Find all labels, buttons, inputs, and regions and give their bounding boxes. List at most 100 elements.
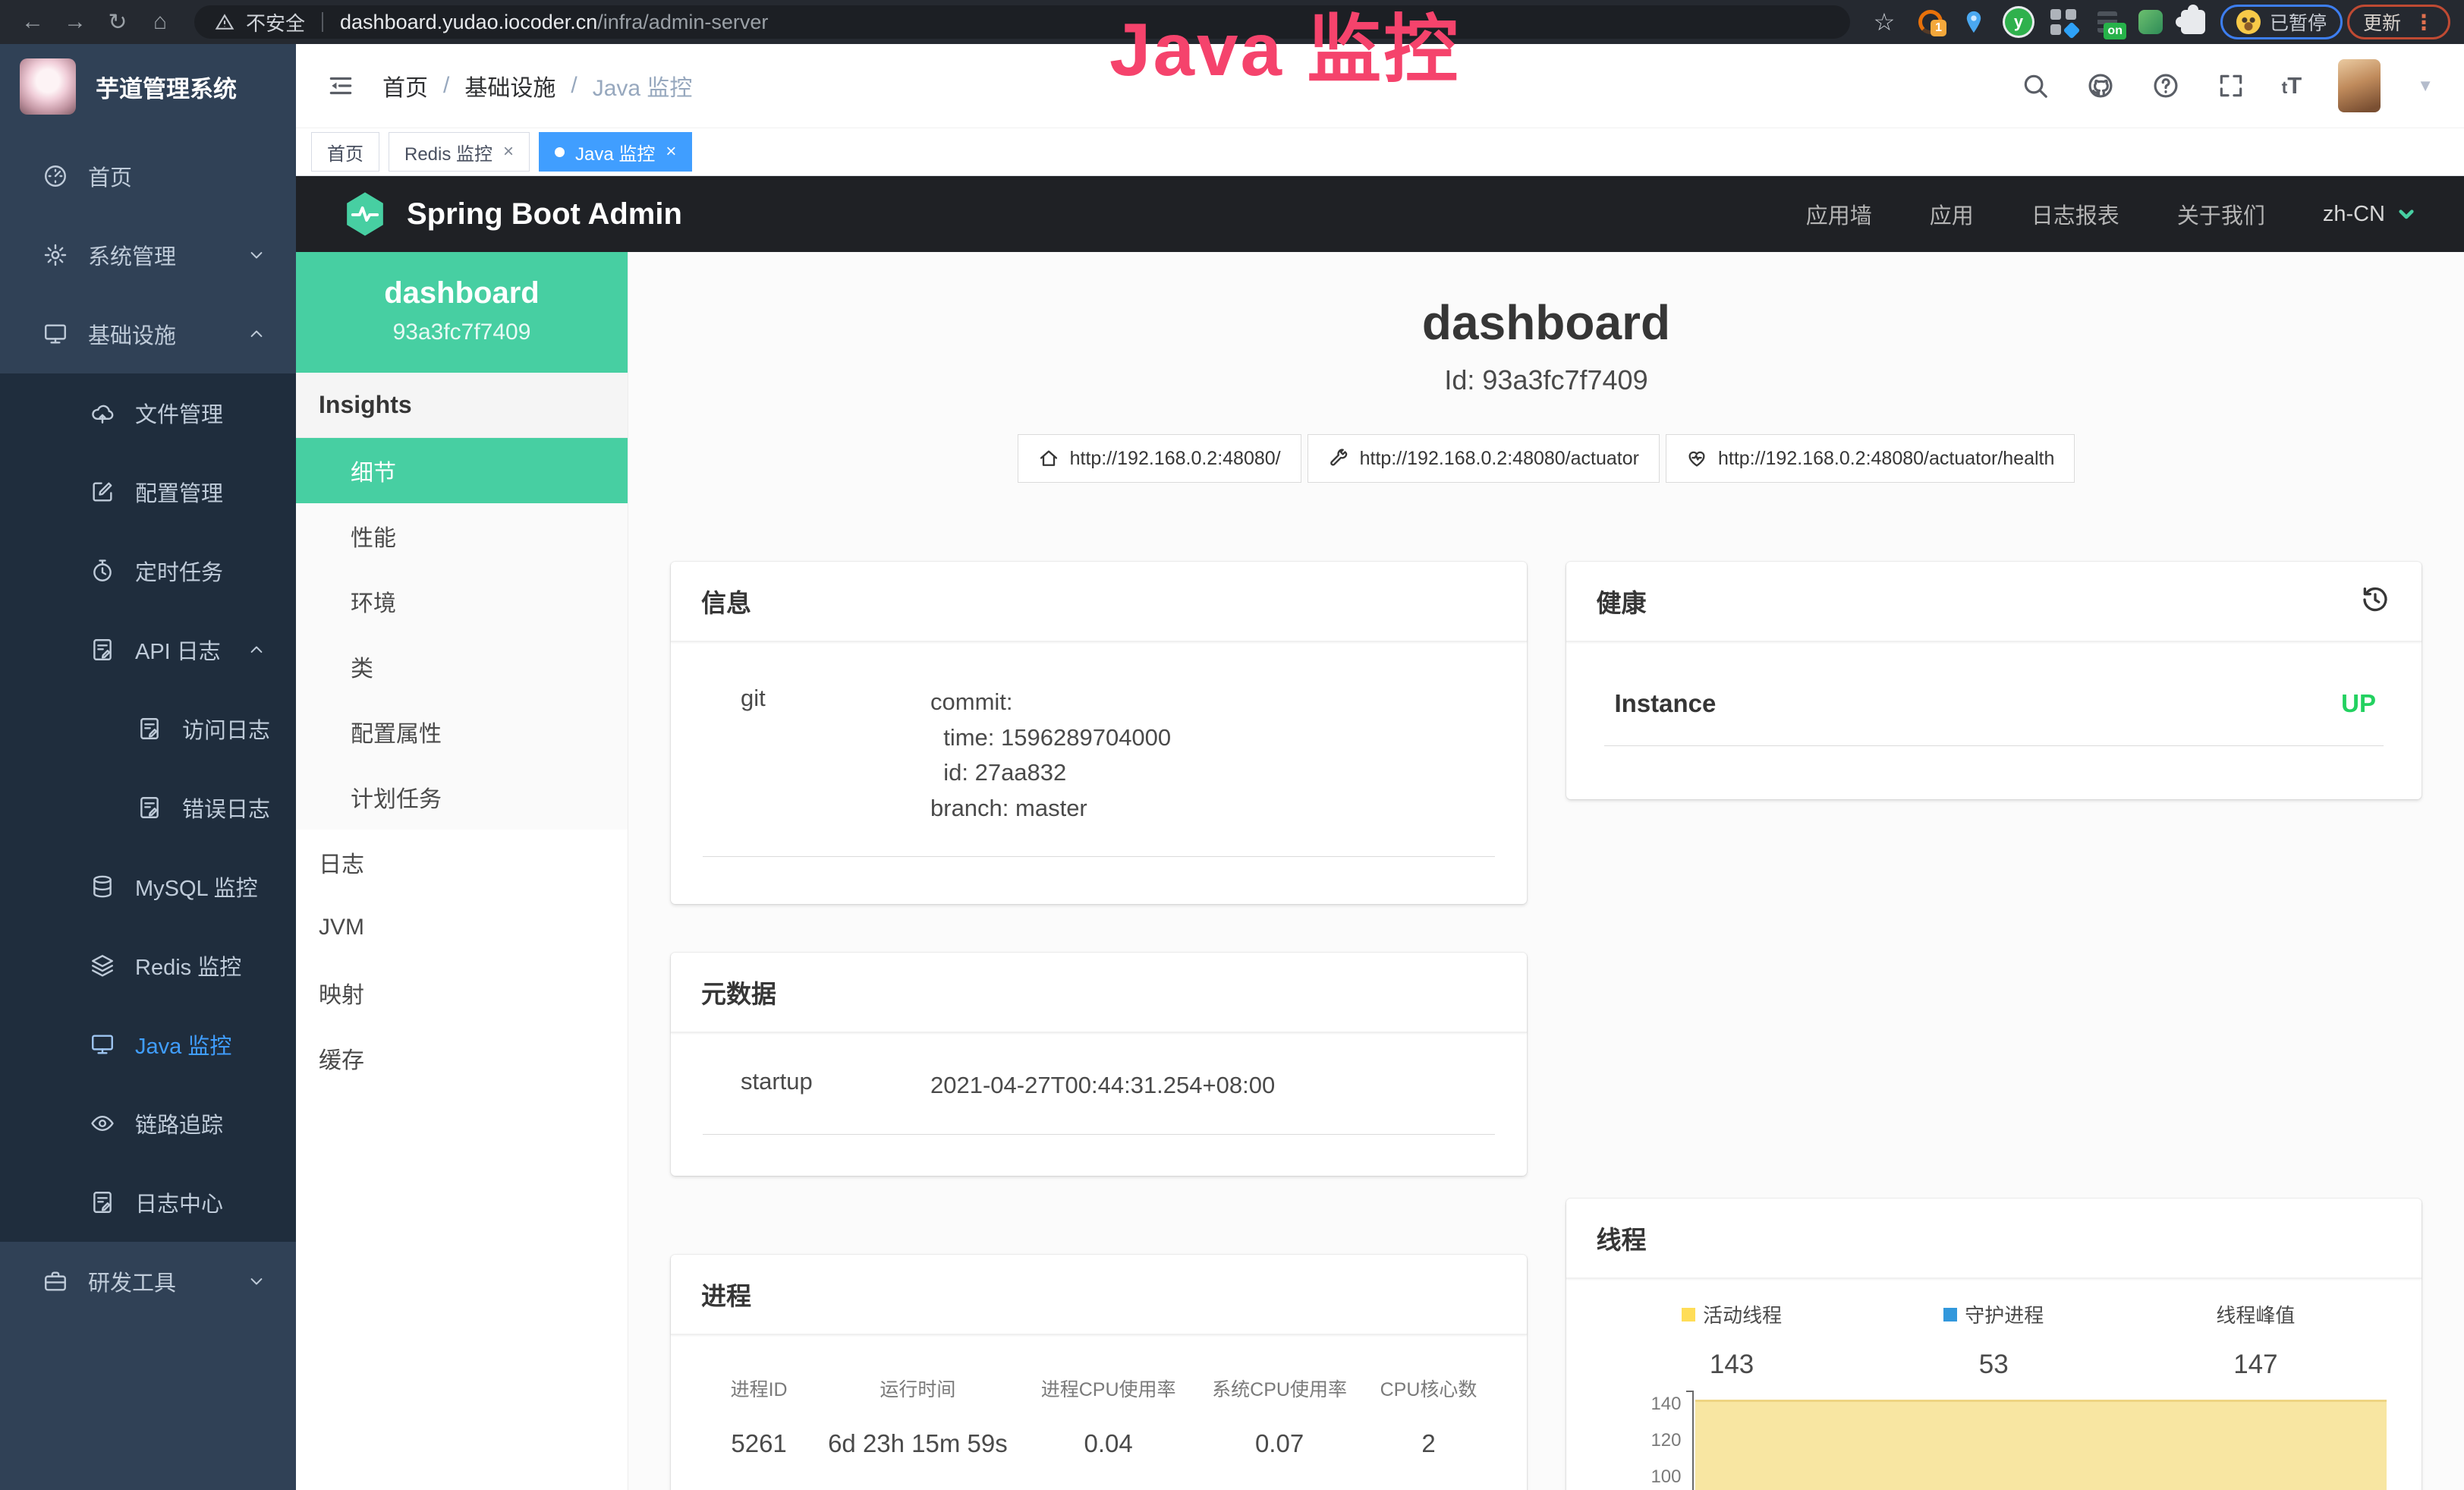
history-icon[interactable] <box>2359 584 2391 619</box>
sba-nav-wallboard[interactable]: 应用墙 <box>1806 198 1872 230</box>
tab-java-monitor[interactable]: Java 监控 × <box>539 132 692 172</box>
health-url-link[interactable]: http://192.168.0.2:48080/actuator/health <box>1666 434 2075 483</box>
address-bar[interactable]: 不安全 dashboard.yudao.iocoder.cn/infra/adm… <box>194 5 1850 39</box>
close-icon[interactable]: × <box>503 141 514 162</box>
sidebar-item-mysql-monitor[interactable]: MySQL 监控 <box>0 847 296 926</box>
font-size-icon[interactable]: tT <box>2282 72 2302 99</box>
sidebar-item-label: 访问日志 <box>182 713 270 745</box>
browser-update-button[interactable]: 更新 ⋮ <box>2347 5 2450 39</box>
browser-menu-icon[interactable]: ⋮ <box>2413 10 2434 35</box>
app-logo[interactable]: 芋道管理系统 <box>0 44 296 129</box>
metadata-key: startup <box>741 1068 930 1104</box>
breadcrumb-home[interactable]: 首页 <box>382 69 428 102</box>
bookmark-star-icon[interactable]: ☆ <box>1865 4 1903 40</box>
heart-pulse-icon <box>1686 448 1707 469</box>
process-card: 进程 进程ID 运行时间 进程CPU使用率 系统CPU使用率 CPU核心数 52… <box>671 1255 1527 1490</box>
extension-y-icon[interactable]: y <box>2005 8 2032 36</box>
sidebar-item-label: 系统管理 <box>88 239 176 271</box>
chevron-down-icon <box>2394 202 2418 226</box>
extension-switch-icon[interactable]: on <box>2094 9 2120 35</box>
sba-nav-about[interactable]: 关于我们 <box>2177 198 2265 230</box>
sba-menu-classes[interactable]: 类 <box>296 634 628 699</box>
sidebar-item-infrastructure[interactable]: 基础设施 <box>0 295 296 373</box>
peak-threads-value: 147 <box>2125 1350 2387 1380</box>
sba-menu-details[interactable]: 细节 <box>296 438 628 503</box>
monitor-icon <box>42 321 68 347</box>
sba-menu-jvm[interactable]: JVM <box>296 895 628 960</box>
browser-back-icon[interactable]: ← <box>14 4 52 40</box>
legend-daemon-threads: 守护进程 <box>1863 1300 2125 1328</box>
sidebar-item-file-manage[interactable]: 文件管理 <box>0 373 296 452</box>
sidebar-item-tracing[interactable]: 链路追踪 <box>0 1084 296 1163</box>
sidebar-item-dev-tools[interactable]: 研发工具 <box>0 1242 296 1321</box>
extension-sprout-icon[interactable] <box>2138 10 2163 34</box>
fullscreen-icon[interactable] <box>2217 71 2245 100</box>
sba-menu-scheduled-tasks[interactable]: 计划任务 <box>296 764 628 830</box>
sba-nav-applications[interactable]: 应用 <box>1930 198 1974 230</box>
sba-nav-journal[interactable]: 日志报表 <box>2031 198 2119 230</box>
metadata-startup-row: startup 2021-04-27T00:44:31.254+08:00 <box>703 1068 1495 1135</box>
sba-brand[interactable]: Spring Boot Admin <box>343 191 682 238</box>
sba-instance-id: 93a3fc7f7409 <box>296 320 628 345</box>
browser-home-icon[interactable]: ⌂ <box>141 4 179 40</box>
process-table: 进程ID 运行时间 进程CPU使用率 系统CPU使用率 CPU核心数 5261 … <box>703 1370 1495 1466</box>
emoji-face-icon <box>2236 10 2261 34</box>
extension-colorzilla-icon[interactable]: 1 <box>1918 10 1943 34</box>
sba-navbar: Spring Boot Admin 应用墙 应用 日志报表 关于我们 zh-CN <box>296 176 2464 252</box>
extension-grid-icon[interactable] <box>2050 9 2076 35</box>
sba-menu-mappings[interactable]: 映射 <box>296 960 628 1025</box>
extension-pin-icon[interactable] <box>1961 9 1987 35</box>
log-icon <box>90 1189 115 1215</box>
navbar-actions: tT ▼ <box>2021 59 2434 112</box>
browser-reload-icon[interactable]: ↻ <box>99 4 137 40</box>
page-title: dashboard <box>671 295 2422 351</box>
user-avatar[interactable] <box>2338 59 2381 112</box>
live-threads-value: 143 <box>1601 1350 1863 1380</box>
actuator-url-link[interactable]: http://192.168.0.2:48080/actuator <box>1308 434 1660 483</box>
health-instance-row[interactable]: Instance UP <box>1604 689 2384 746</box>
sidebar-item-api-log[interactable]: API 日志 <box>0 610 296 689</box>
sidebar-item-system[interactable]: 系统管理 <box>0 216 296 295</box>
paused-extension-button[interactable]: 已暂停 <box>2220 5 2343 39</box>
extension-puzzle-icon[interactable] <box>2181 10 2205 34</box>
sba-menu-logs[interactable]: 日志 <box>296 830 628 895</box>
daemon-threads-value: 53 <box>1863 1350 2125 1380</box>
sidebar-item-java-monitor[interactable]: Java 监控 <box>0 1005 296 1084</box>
sba-menu-config-props[interactable]: 配置属性 <box>296 699 628 764</box>
hamburger-icon[interactable] <box>326 71 355 100</box>
process-value: 0.07 <box>1197 1429 1363 1458</box>
language-selector[interactable]: zh-CN <box>2323 202 2418 227</box>
cloud-upload-icon <box>90 400 115 426</box>
service-url-link[interactable]: http://192.168.0.2:48080/ <box>1018 434 1301 483</box>
url-text: dashboard.yudao.iocoder.cn/infra/admin-s… <box>340 11 768 34</box>
security-status[interactable]: 不安全 <box>246 8 305 36</box>
browser-forward-icon[interactable]: → <box>56 4 94 40</box>
sba-nav-links: 应用墙 应用 日志报表 关于我们 zh-CN <box>1806 198 2434 230</box>
sidebar-item-access-log[interactable]: 访问日志 <box>0 689 296 768</box>
breadcrumb-infrastructure[interactable]: 基础设施 <box>464 69 555 102</box>
sidebar-item-scheduled-jobs[interactable]: 定时任务 <box>0 531 296 610</box>
breadcrumb-separator: / <box>443 73 449 99</box>
github-icon[interactable] <box>2086 71 2115 100</box>
sba-menu-caches[interactable]: 缓存 <box>296 1025 628 1091</box>
sidebar-item-config-manage[interactable]: 配置管理 <box>0 452 296 531</box>
help-icon[interactable] <box>2151 71 2180 100</box>
avatar-caret-icon[interactable]: ▼ <box>2417 76 2434 96</box>
sidebar-item-home[interactable]: 首页 <box>0 137 296 216</box>
tab-redis-monitor[interactable]: Redis 监控 × <box>389 132 530 172</box>
close-icon[interactable]: × <box>666 141 676 162</box>
legend-live-threads: 活动线程 <box>1601 1300 1863 1328</box>
search-icon[interactable] <box>2021 71 2050 100</box>
link-label: http://192.168.0.2:48080/ <box>1070 448 1281 470</box>
sba-instance-header[interactable]: dashboard 93a3fc7f7409 <box>296 252 628 373</box>
sidebar-item-redis-monitor[interactable]: Redis 监控 <box>0 926 296 1005</box>
url-path: /infra/admin-server <box>597 11 768 33</box>
sba-menu-metrics[interactable]: 性能 <box>296 503 628 569</box>
tab-home[interactable]: 首页 <box>311 132 379 172</box>
main-area: 首页 / 基础设施 / Java 监控 tT ▼ 首页 Redis 监控 × J… <box>296 44 2464 1490</box>
sidebar-item-log-center[interactable]: 日志中心 <box>0 1163 296 1242</box>
tab-label: Java 监控 <box>575 139 655 165</box>
log-icon <box>137 716 162 742</box>
sba-menu-environment[interactable]: 环境 <box>296 569 628 634</box>
sidebar-item-error-log[interactable]: 错误日志 <box>0 768 296 847</box>
